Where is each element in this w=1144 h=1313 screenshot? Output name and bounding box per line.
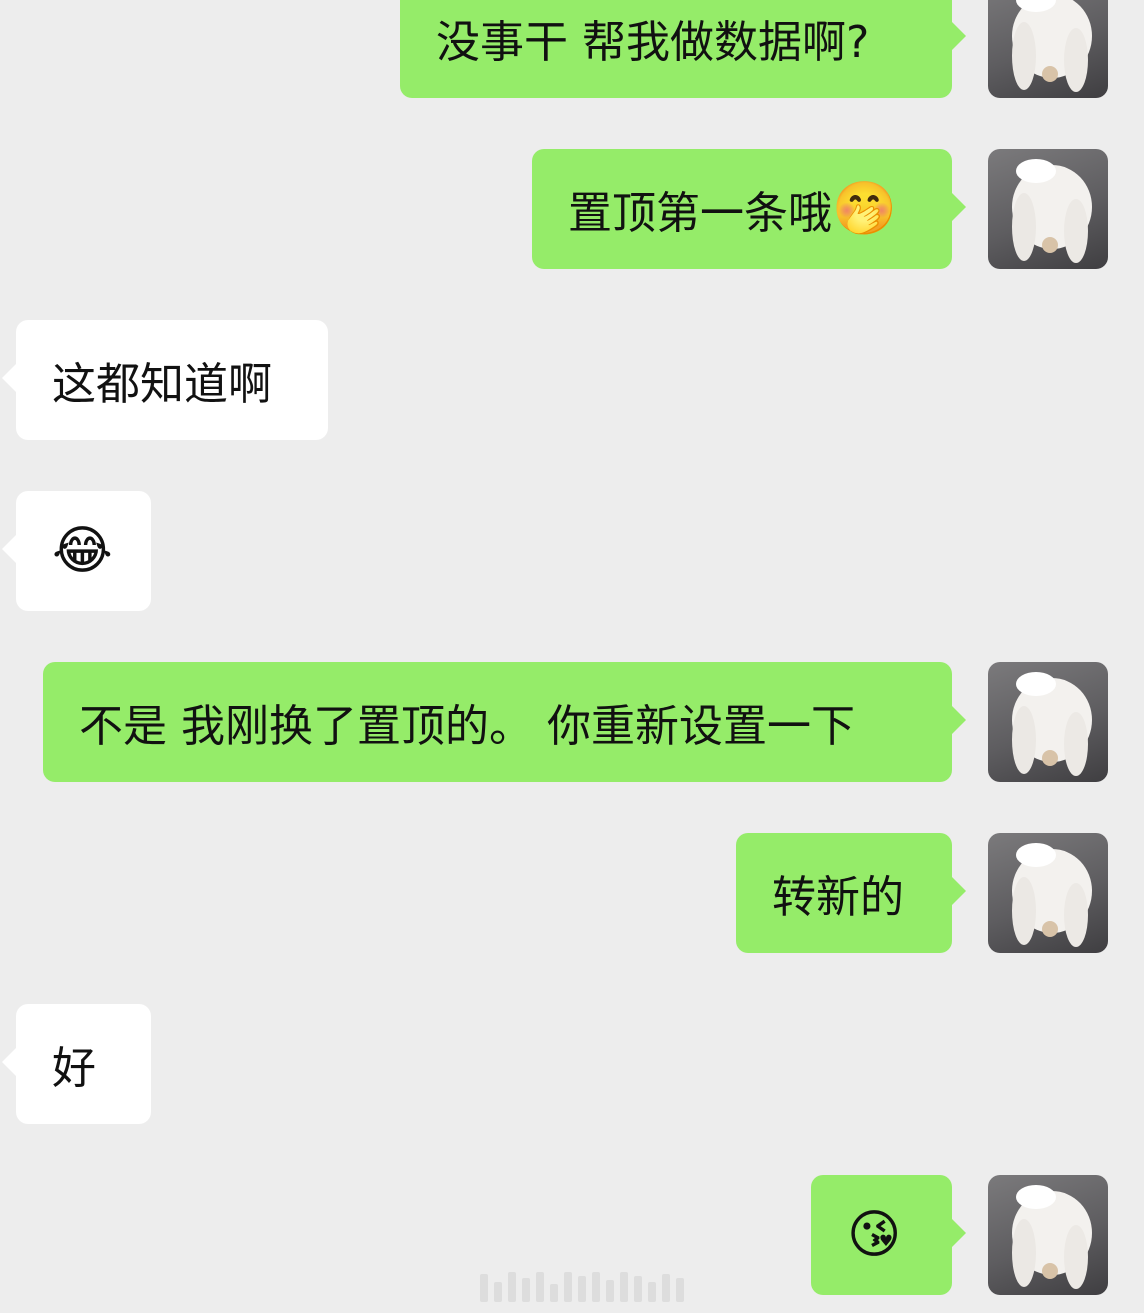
tears-of-joy-emoji-icon: 😂 bbox=[52, 521, 113, 581]
message-text: 没事干 帮我做数据啊? bbox=[436, 17, 870, 68]
message-text: 这都知道啊 bbox=[52, 359, 272, 410]
outgoing-message-bubble[interactable]: 置顶第一条哦 🤭 bbox=[532, 149, 966, 269]
white-rabbit-avatar-icon bbox=[1012, 1185, 1092, 1289]
message-text: 不是 我刚换了置顶的。 你重新设置一下 bbox=[79, 701, 855, 752]
outgoing-message-bubble[interactable]: 😘 bbox=[811, 1175, 966, 1295]
hand-over-mouth-emoji-icon: 🤭 bbox=[832, 179, 897, 239]
watermark-icon bbox=[480, 1268, 684, 1302]
user-avatar[interactable] bbox=[988, 149, 1108, 269]
outgoing-message-bubble[interactable]: 没事干 帮我做数据啊? bbox=[400, 0, 966, 98]
white-rabbit-avatar-icon bbox=[1012, 672, 1092, 776]
user-avatar[interactable] bbox=[988, 1175, 1108, 1295]
white-rabbit-avatar-icon bbox=[1012, 843, 1092, 947]
incoming-message-bubble[interactable]: 好 bbox=[2, 1004, 151, 1124]
chat-area[interactable]: 没事干 帮我做数据啊? 置顶第一条哦 🤭 这都知道啊 😂 不是 我刚换了置顶的。… bbox=[0, 0, 1144, 1313]
incoming-message-bubble[interactable]: 这都知道啊 bbox=[2, 320, 328, 440]
outgoing-message-bubble[interactable]: 不是 我刚换了置顶的。 你重新设置一下 bbox=[43, 662, 966, 782]
message-text: 好 bbox=[52, 1043, 96, 1094]
incoming-message-bubble[interactable]: 😂 bbox=[2, 491, 151, 611]
user-avatar[interactable] bbox=[988, 662, 1108, 782]
white-rabbit-avatar-icon bbox=[1012, 159, 1092, 263]
message-text: 置顶第一条哦 bbox=[568, 188, 832, 239]
user-avatar[interactable] bbox=[988, 0, 1108, 98]
user-avatar[interactable] bbox=[988, 833, 1108, 953]
message-text: 转新的 bbox=[772, 872, 904, 923]
kissing-face-emoji-icon: 😘 bbox=[847, 1205, 902, 1265]
outgoing-message-bubble[interactable]: 转新的 bbox=[736, 833, 966, 953]
white-rabbit-avatar-icon bbox=[1012, 0, 1092, 92]
